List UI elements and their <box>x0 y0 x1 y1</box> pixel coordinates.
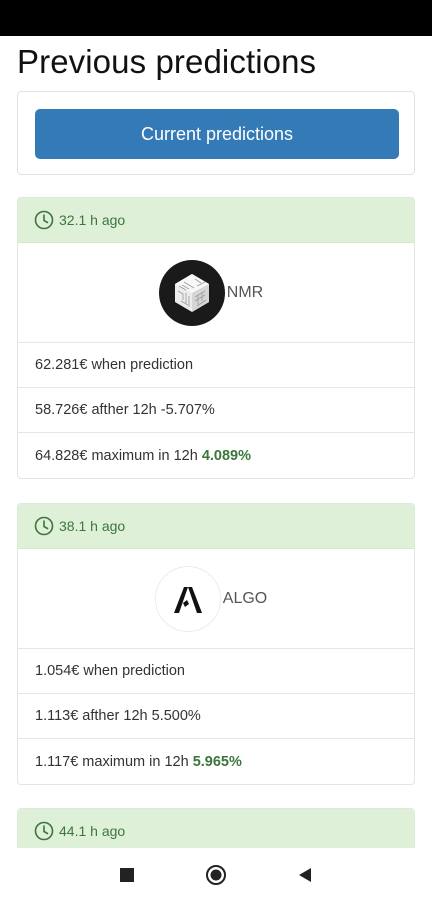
coin-row: NMR <box>18 243 414 343</box>
page-title: Previous predictions <box>17 43 317 80</box>
prediction-card: 32.1 h ago NMR 62.281€ when prediction 5… <box>17 197 415 479</box>
card-header: 32.1 h ago <box>18 198 414 243</box>
price-when-prediction: 62.281€ when prediction <box>18 343 414 388</box>
recent-apps-icon[interactable] <box>116 864 138 886</box>
card-header: 38.1 h ago <box>18 504 414 549</box>
back-icon[interactable] <box>294 864 316 886</box>
nmr-logo-icon <box>158 259 225 326</box>
price-after-12h: 1.113€ afther 12h 5.500% <box>18 694 414 739</box>
algo-logo-icon <box>154 565 221 632</box>
home-icon[interactable] <box>205 864 227 886</box>
current-predictions-card: Current predictions <box>17 91 415 175</box>
coin-name: NMR <box>226 283 264 301</box>
time-ago: 38.1 h ago <box>59 518 126 534</box>
maximum-in-12h: 1.117€ maximum in 12h 5.965% <box>18 739 414 784</box>
time-ago: 32.1 h ago <box>59 212 126 228</box>
price-after-12h: 58.726€ afther 12h -5.707% <box>18 388 414 433</box>
maximum-percent: 5.965% <box>192 753 242 770</box>
maximum-in-12h: 64.828€ maximum in 12h 4.089% <box>18 433 414 478</box>
status-bar <box>0 0 432 36</box>
coin-name: ALGO <box>222 589 268 607</box>
clock-icon <box>34 516 54 536</box>
clock-icon <box>34 210 54 230</box>
maximum-value: 1.117€ maximum in 12h <box>35 753 189 770</box>
price-when-prediction: 1.054€ when prediction <box>18 649 414 694</box>
maximum-percent: 4.089% <box>201 447 252 464</box>
navigation-bar <box>0 848 432 900</box>
coin-row: ALGO <box>18 549 414 649</box>
maximum-value: 64.828€ maximum in 12h <box>35 447 198 464</box>
time-ago: 44.1 h ago <box>59 823 126 839</box>
clock-icon <box>34 821 54 841</box>
prediction-card: 38.1 h ago ALGO 1.054€ when prediction 1… <box>17 503 415 785</box>
current-predictions-button[interactable]: Current predictions <box>35 109 399 159</box>
